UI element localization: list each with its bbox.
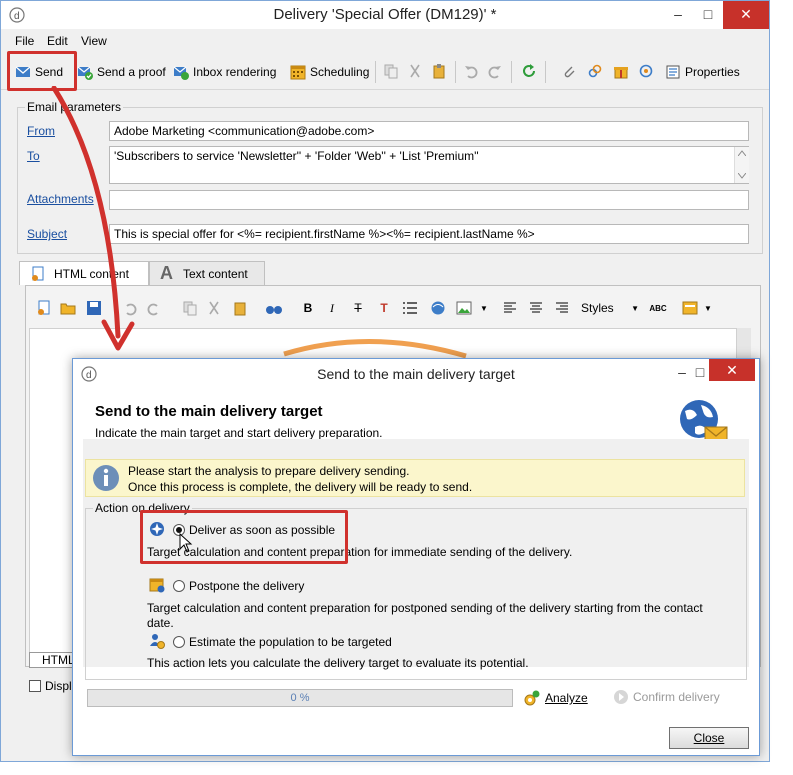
radio-estimate[interactable] bbox=[173, 636, 185, 648]
target-settings-icon[interactable] bbox=[639, 63, 655, 79]
menu-edit[interactable]: Edit bbox=[47, 34, 68, 48]
image-dropdown-icon[interactable]: ▼ bbox=[475, 299, 493, 317]
styles-label: Styles bbox=[581, 301, 614, 315]
scheduling-label: Scheduling bbox=[310, 65, 370, 79]
insert-image-icon[interactable] bbox=[455, 299, 473, 317]
find-binoculars-icon[interactable] bbox=[265, 299, 283, 317]
toolbar-separator bbox=[511, 61, 512, 83]
scroll-up-icon[interactable] bbox=[738, 150, 746, 156]
main-titlebar[interactable]: d Delivery 'Special Offer (DM129)' * – □… bbox=[1, 1, 769, 29]
send-highlight-box bbox=[7, 51, 77, 91]
option-estimate-label[interactable]: Estimate the population to be targeted bbox=[189, 635, 392, 649]
info-line-1: Please start the analysis to prepare del… bbox=[128, 464, 410, 478]
bottom-html-tab[interactable]: HTML bbox=[29, 652, 75, 668]
inbox-rendering-button[interactable]: Inbox rendering bbox=[173, 63, 276, 81]
option-postpone-label[interactable]: Postpone the delivery bbox=[189, 579, 304, 593]
align-left-icon[interactable] bbox=[501, 299, 519, 317]
close-window-button[interactable]: ✕ bbox=[723, 1, 769, 29]
analyze-button[interactable]: Analyze bbox=[523, 689, 588, 707]
italic-icon[interactable]: I bbox=[323, 299, 341, 317]
styles-dropdown[interactable]: Styles ▼ bbox=[581, 299, 639, 317]
properties-label: Properties bbox=[685, 65, 740, 79]
toolbar-separator bbox=[545, 61, 546, 83]
info-line-2: Once this process is complete, the deliv… bbox=[128, 480, 473, 494]
strikethrough-icon[interactable]: T bbox=[349, 299, 367, 317]
align-center-icon[interactable] bbox=[527, 299, 545, 317]
menu-view[interactable]: View bbox=[81, 34, 107, 48]
insert-link-globe-icon[interactable] bbox=[429, 299, 447, 317]
calendar-icon bbox=[290, 65, 306, 80]
confirm-delivery-label: Confirm delivery bbox=[633, 690, 720, 704]
toolbar-separator bbox=[455, 61, 456, 83]
attachment-icon[interactable] bbox=[561, 63, 577, 79]
link-icon[interactable] bbox=[587, 63, 603, 79]
display-checkbox-label: Displ bbox=[45, 679, 72, 693]
analyze-label: Analyze bbox=[545, 691, 588, 705]
text-file-icon: A bbox=[160, 263, 173, 283]
tab-text-content[interactable]: A Text content bbox=[149, 261, 265, 285]
to-field-scrollbar[interactable] bbox=[734, 147, 749, 183]
properties-icon bbox=[666, 65, 680, 79]
gift-icon[interactable] bbox=[613, 63, 629, 79]
postpone-calendar-icon bbox=[149, 578, 165, 593]
insert-block-dropdown-icon[interactable]: ▼ bbox=[699, 299, 717, 317]
analysis-progress-bar: 0 % bbox=[87, 689, 513, 707]
paste-icon[interactable] bbox=[431, 63, 447, 79]
play-icon bbox=[614, 690, 628, 704]
maximize-button[interactable]: □ bbox=[693, 1, 723, 29]
red-arrow-icon bbox=[51, 86, 135, 351]
info-bar: Please start the analysis to prepare del… bbox=[85, 459, 745, 497]
cut-icon[interactable] bbox=[407, 63, 423, 79]
spellcheck-icon[interactable]: ABC bbox=[649, 299, 667, 317]
minimize-button[interactable]: – bbox=[663, 1, 693, 29]
radio-postpone[interactable] bbox=[173, 580, 185, 592]
to-link[interactable]: To bbox=[27, 149, 40, 163]
to-field[interactable]: 'Subscribers to service 'Newsletter'' + … bbox=[109, 146, 749, 184]
dialog-title: Send to the main delivery target bbox=[317, 366, 515, 382]
align-right-icon[interactable] bbox=[553, 299, 571, 317]
redo-icon[interactable] bbox=[487, 63, 503, 79]
list-icon[interactable] bbox=[401, 299, 419, 317]
display-checkbox[interactable] bbox=[29, 680, 41, 692]
inbox-rendering-icon bbox=[173, 66, 189, 80]
send-proof-button[interactable]: Send a proof bbox=[77, 63, 166, 81]
properties-button[interactable]: Properties bbox=[665, 63, 740, 81]
text-color-icon[interactable]: T bbox=[375, 299, 393, 317]
from-field[interactable]: Adobe Marketing <communication@adobe.com… bbox=[109, 121, 749, 141]
envelope-check-icon bbox=[77, 66, 93, 80]
bold-icon[interactable]: B bbox=[299, 299, 317, 317]
send-proof-label: Send a proof bbox=[97, 65, 166, 79]
option-postpone-desc: Target calculation and content preparati… bbox=[147, 601, 703, 630]
refresh-icon[interactable] bbox=[521, 63, 537, 79]
analyze-gear-icon bbox=[524, 690, 540, 706]
dialog-titlebar[interactable]: d Send to the main delivery target – □ ✕ bbox=[73, 359, 759, 389]
editor-copy-icon[interactable] bbox=[181, 299, 199, 317]
editor-paste-icon[interactable] bbox=[231, 299, 249, 317]
chevron-down-icon: ▼ bbox=[631, 303, 639, 313]
editor-cut-icon[interactable] bbox=[205, 299, 223, 317]
option-estimate-desc: This action lets you calculate the deliv… bbox=[147, 656, 529, 670]
info-icon bbox=[93, 465, 119, 491]
undo-icon[interactable] bbox=[463, 63, 479, 79]
scheduling-button[interactable]: Scheduling bbox=[290, 63, 369, 81]
dialog-heading: Send to the main delivery target bbox=[95, 403, 323, 420]
window-title: Delivery 'Special Offer (DM129)' * bbox=[273, 6, 497, 23]
estimate-population-icon bbox=[150, 634, 165, 649]
attachments-field[interactable] bbox=[109, 190, 749, 210]
tab-text-label: Text content bbox=[183, 266, 248, 281]
copy-icon[interactable] bbox=[383, 63, 399, 79]
close-button[interactable]: Close bbox=[669, 727, 749, 749]
insert-block-icon[interactable] bbox=[681, 299, 699, 317]
inbox-rendering-label: Inbox rendering bbox=[193, 65, 277, 79]
deliver-option-highlight-box bbox=[140, 510, 348, 564]
dialog-close-x-button[interactable]: ✕ bbox=[709, 359, 755, 381]
scroll-down-icon[interactable] bbox=[738, 173, 746, 179]
close-label: Close bbox=[693, 731, 725, 745]
menu-file[interactable]: File bbox=[15, 34, 34, 48]
dialog-subheading: Indicate the main target and start deliv… bbox=[95, 426, 383, 440]
toolbar-separator bbox=[375, 61, 376, 83]
editor-scrollbar[interactable] bbox=[737, 328, 751, 358]
subject-field[interactable]: This is special offer for <%= recipient.… bbox=[109, 224, 749, 244]
confirm-delivery-button[interactable]: Confirm delivery bbox=[613, 689, 720, 705]
